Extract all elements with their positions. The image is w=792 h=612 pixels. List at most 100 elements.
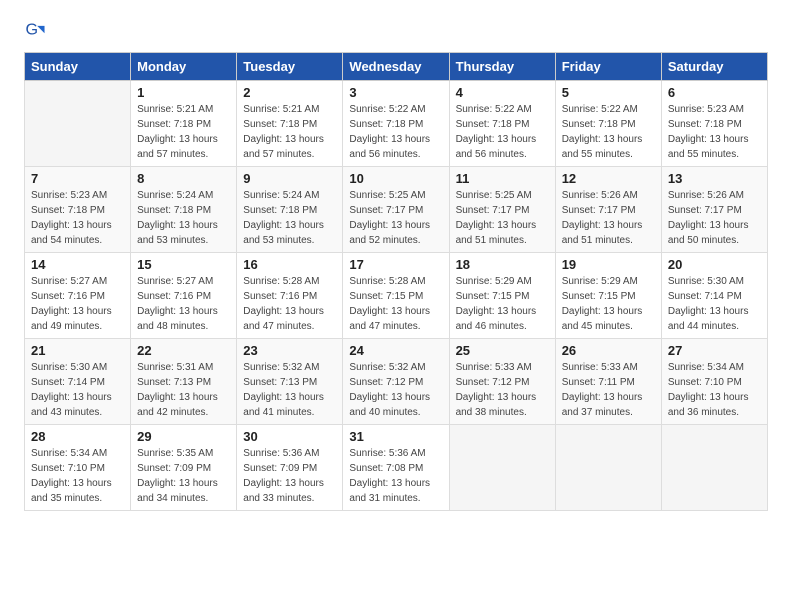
day-number: 30 bbox=[243, 429, 336, 444]
day-number: 23 bbox=[243, 343, 336, 358]
day-info: Sunrise: 5:25 AM Sunset: 7:17 PM Dayligh… bbox=[349, 188, 442, 248]
header-saturday: Saturday bbox=[661, 53, 767, 81]
day-info: Sunrise: 5:24 AM Sunset: 7:18 PM Dayligh… bbox=[137, 188, 230, 248]
day-cell: 25Sunrise: 5:33 AM Sunset: 7:12 PM Dayli… bbox=[449, 339, 555, 425]
header-wednesday: Wednesday bbox=[343, 53, 449, 81]
day-number: 16 bbox=[243, 257, 336, 272]
day-info: Sunrise: 5:33 AM Sunset: 7:11 PM Dayligh… bbox=[562, 360, 655, 420]
day-info: Sunrise: 5:34 AM Sunset: 7:10 PM Dayligh… bbox=[668, 360, 761, 420]
day-number: 10 bbox=[349, 171, 442, 186]
day-number: 17 bbox=[349, 257, 442, 272]
day-cell bbox=[555, 425, 661, 511]
day-cell: 22 Sunrise: 5:31 AM Sunset: 7:13 PM Dayli… bbox=[131, 339, 237, 425]
day-cell: 24 Sunrise: 5:32 AM Sunset: 7:12 PM Dayli… bbox=[343, 339, 449, 425]
week-row-4: 21 Sunrise: 5:30 AM Sunset: 7:14 PM Dayli… bbox=[25, 339, 768, 425]
header-monday: Monday bbox=[131, 53, 237, 81]
day-info: Sunrise: 5:21 AM Sunset: 7:18 PM Dayligh… bbox=[137, 102, 230, 162]
day-number: 21 bbox=[31, 343, 124, 358]
header-tuesday: Tuesday bbox=[237, 53, 343, 81]
day-info: Sunrise: 5:25 AM Sunset: 7:17 PM Dayligh… bbox=[456, 188, 549, 248]
day-info: Sunrise: 5:36 AM Sunset: 7:08 PM Dayligh… bbox=[349, 446, 442, 506]
day-cell: 2 Sunrise: 5:21 AM Sunset: 7:18 PM Daylig… bbox=[237, 81, 343, 167]
day-info: Sunrise: 5:32 AM Sunset: 7:12 PM Dayligh… bbox=[349, 360, 442, 420]
day-number: 24 bbox=[349, 343, 442, 358]
logo-icon: G bbox=[24, 20, 46, 42]
day-number: 1 bbox=[137, 85, 230, 100]
day-cell: 28Sunrise: 5:34 AM Sunset: 7:10 PM Dayli… bbox=[25, 425, 131, 511]
day-number: 9 bbox=[243, 171, 336, 186]
day-info: Sunrise: 5:29 AM Sunset: 7:15 PM Dayligh… bbox=[456, 274, 549, 334]
day-number: 18 bbox=[456, 257, 549, 272]
day-number: 15 bbox=[137, 257, 230, 272]
day-number: 20 bbox=[668, 257, 761, 272]
day-cell: 21 Sunrise: 5:30 AM Sunset: 7:14 PM Dayli… bbox=[25, 339, 131, 425]
header-friday: Friday bbox=[555, 53, 661, 81]
day-cell: 15Sunrise: 5:27 AM Sunset: 7:16 PM Dayli… bbox=[131, 253, 237, 339]
day-cell: 4 Sunrise: 5:22 AM Sunset: 7:18 PM Daylig… bbox=[449, 81, 555, 167]
day-info: Sunrise: 5:35 AM Sunset: 7:09 PM Dayligh… bbox=[137, 446, 230, 506]
day-cell: 26 Sunrise: 5:33 AM Sunset: 7:11 PM Dayli… bbox=[555, 339, 661, 425]
day-number: 29 bbox=[137, 429, 230, 444]
day-number: 14 bbox=[31, 257, 124, 272]
day-info: Sunrise: 5:30 AM Sunset: 7:14 PM Dayligh… bbox=[668, 274, 761, 334]
day-cell: 1 Sunrise: 5:21 AM Sunset: 7:18 PM Daylig… bbox=[131, 81, 237, 167]
day-info: Sunrise: 5:26 AM Sunset: 7:17 PM Dayligh… bbox=[562, 188, 655, 248]
logo: G bbox=[24, 20, 50, 42]
day-cell: 17 Sunrise: 5:28 AM Sunset: 7:15 PM Dayli… bbox=[343, 253, 449, 339]
day-cell: 31 Sunrise: 5:36 AM Sunset: 7:08 PM Dayli… bbox=[343, 425, 449, 511]
day-cell: 8 Sunrise: 5:24 AM Sunset: 7:18 PM Daylig… bbox=[131, 167, 237, 253]
day-info: Sunrise: 5:31 AM Sunset: 7:13 PM Dayligh… bbox=[137, 360, 230, 420]
day-cell: 20 Sunrise: 5:30 AM Sunset: 7:14 PM Dayli… bbox=[661, 253, 767, 339]
day-cell: 13Sunrise: 5:26 AM Sunset: 7:17 PM Dayli… bbox=[661, 167, 767, 253]
day-info: Sunrise: 5:24 AM Sunset: 7:18 PM Dayligh… bbox=[243, 188, 336, 248]
day-cell: 14 Sunrise: 5:27 AM Sunset: 7:16 PM Dayli… bbox=[25, 253, 131, 339]
day-info: Sunrise: 5:33 AM Sunset: 7:12 PM Dayligh… bbox=[456, 360, 549, 420]
day-number: 2 bbox=[243, 85, 336, 100]
day-cell: 6 Sunrise: 5:23 AM Sunset: 7:18 PM Daylig… bbox=[661, 81, 767, 167]
calendar-table: SundayMondayTuesdayWednesdayThursdayFrid… bbox=[24, 52, 768, 511]
day-number: 19 bbox=[562, 257, 655, 272]
day-info: Sunrise: 5:26 AM Sunset: 7:17 PM Dayligh… bbox=[668, 188, 761, 248]
day-number: 26 bbox=[562, 343, 655, 358]
day-cell: 11Sunrise: 5:25 AM Sunset: 7:17 PM Dayli… bbox=[449, 167, 555, 253]
day-info: Sunrise: 5:28 AM Sunset: 7:15 PM Dayligh… bbox=[349, 274, 442, 334]
week-row-1: 1 Sunrise: 5:21 AM Sunset: 7:18 PM Daylig… bbox=[25, 81, 768, 167]
day-info: Sunrise: 5:22 AM Sunset: 7:18 PM Dayligh… bbox=[349, 102, 442, 162]
day-info: Sunrise: 5:30 AM Sunset: 7:14 PM Dayligh… bbox=[31, 360, 124, 420]
calendar-body: 1 Sunrise: 5:21 AM Sunset: 7:18 PM Daylig… bbox=[25, 81, 768, 511]
day-info: Sunrise: 5:23 AM Sunset: 7:18 PM Dayligh… bbox=[31, 188, 124, 248]
day-cell: 12 Sunrise: 5:26 AM Sunset: 7:17 PM Dayli… bbox=[555, 167, 661, 253]
day-number: 31 bbox=[349, 429, 442, 444]
day-cell: 10 Sunrise: 5:25 AM Sunset: 7:17 PM Dayli… bbox=[343, 167, 449, 253]
header-sunday: Sunday bbox=[25, 53, 131, 81]
day-cell: 5Sunrise: 5:22 AM Sunset: 7:18 PM Daylig… bbox=[555, 81, 661, 167]
day-number: 3 bbox=[349, 85, 442, 100]
day-cell bbox=[25, 81, 131, 167]
day-info: Sunrise: 5:29 AM Sunset: 7:15 PM Dayligh… bbox=[562, 274, 655, 334]
day-info: Sunrise: 5:22 AM Sunset: 7:18 PM Dayligh… bbox=[456, 102, 549, 162]
day-cell bbox=[661, 425, 767, 511]
day-cell: 3 Sunrise: 5:22 AM Sunset: 7:18 PM Daylig… bbox=[343, 81, 449, 167]
page-header: G bbox=[24, 20, 768, 42]
day-number: 22 bbox=[137, 343, 230, 358]
day-number: 12 bbox=[562, 171, 655, 186]
day-number: 6 bbox=[668, 85, 761, 100]
day-info: Sunrise: 5:23 AM Sunset: 7:18 PM Dayligh… bbox=[668, 102, 761, 162]
day-number: 7 bbox=[31, 171, 124, 186]
week-row-5: 28Sunrise: 5:34 AM Sunset: 7:10 PM Dayli… bbox=[25, 425, 768, 511]
day-cell: 18 Sunrise: 5:29 AM Sunset: 7:15 PM Dayli… bbox=[449, 253, 555, 339]
day-number: 28 bbox=[31, 429, 124, 444]
day-info: Sunrise: 5:32 AM Sunset: 7:13 PM Dayligh… bbox=[243, 360, 336, 420]
day-number: 27 bbox=[668, 343, 761, 358]
header-thursday: Thursday bbox=[449, 53, 555, 81]
day-cell: 16Sunrise: 5:28 AM Sunset: 7:16 PM Dayli… bbox=[237, 253, 343, 339]
day-number: 4 bbox=[456, 85, 549, 100]
day-number: 5 bbox=[562, 85, 655, 100]
day-number: 8 bbox=[137, 171, 230, 186]
day-info: Sunrise: 5:36 AM Sunset: 7:09 PM Dayligh… bbox=[243, 446, 336, 506]
day-cell: 7 Sunrise: 5:23 AM Sunset: 7:18 PM Daylig… bbox=[25, 167, 131, 253]
day-info: Sunrise: 5:27 AM Sunset: 7:16 PM Dayligh… bbox=[31, 274, 124, 334]
day-cell: 9 Sunrise: 5:24 AM Sunset: 7:18 PM Daylig… bbox=[237, 167, 343, 253]
day-info: Sunrise: 5:21 AM Sunset: 7:18 PM Dayligh… bbox=[243, 102, 336, 162]
day-cell: 23 Sunrise: 5:32 AM Sunset: 7:13 PM Dayli… bbox=[237, 339, 343, 425]
